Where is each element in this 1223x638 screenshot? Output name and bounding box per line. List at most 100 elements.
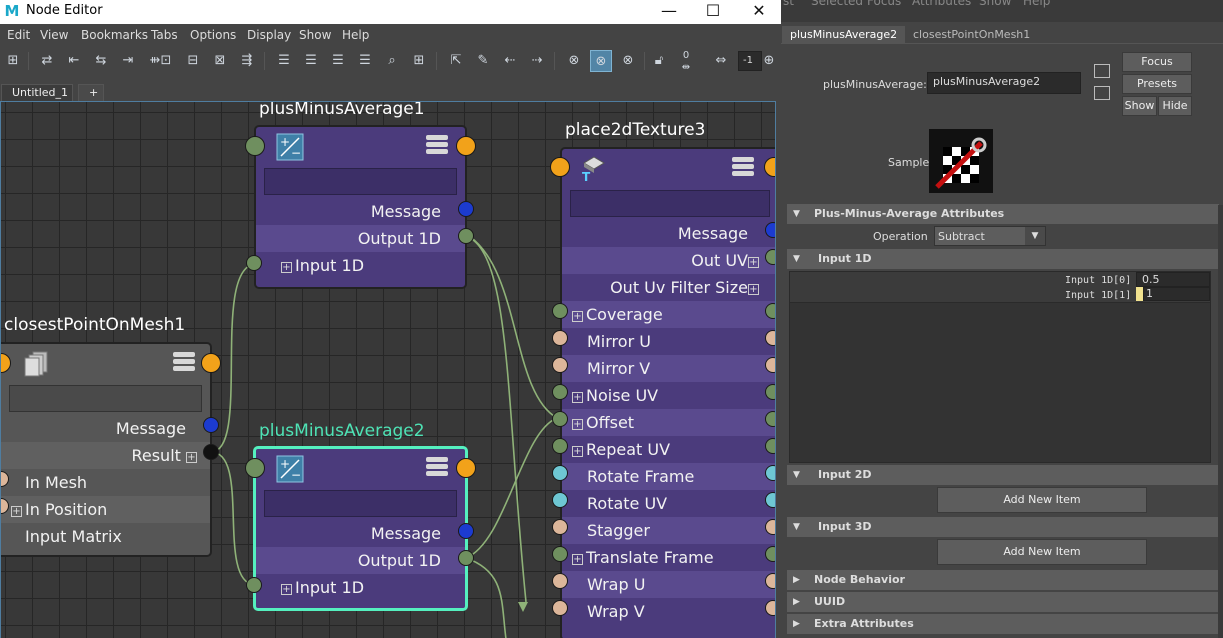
sample-swatch[interactable] (929, 129, 993, 193)
zero-icon[interactable]: 0 ⇹ (675, 50, 697, 73)
section-pma-attributes[interactable]: ▼ Plus-Minus-Average Attributes (787, 204, 1219, 224)
menu-show[interactable]: Show (299, 28, 331, 42)
ae-menu-focus[interactable]: Focus (867, 0, 901, 8)
add-new-item-2d-button[interactable]: Add New Item (937, 487, 1147, 513)
port-noise-uv-out[interactable] (765, 384, 775, 400)
scrollbar[interactable] (1218, 205, 1223, 638)
node-menu-icon[interactable] (426, 457, 448, 479)
node-plus-minus-average-1[interactable]: + − Message Output 1D + Input 1D (254, 125, 467, 289)
port-translate-frame-out[interactable] (765, 546, 775, 562)
port-wrap-v-out[interactable] (765, 600, 775, 616)
node-closest-point-on-mesh[interactable]: Message Result + In Mesh + In Position In… (1, 342, 212, 557)
port-input-green[interactable] (245, 136, 265, 156)
ae-menu-list[interactable]: st (783, 0, 794, 8)
select-input-icon[interactable] (1094, 64, 1110, 78)
expand-icon[interactable]: + (281, 262, 292, 273)
full-mode-icon[interactable]: ☰ (327, 50, 349, 72)
show-button[interactable]: Show (1122, 96, 1157, 116)
grid-settings-icon[interactable]: ⊗ (617, 50, 639, 72)
layout-icon[interactable]: ⇶ (236, 50, 258, 72)
port-wrap-v[interactable] (552, 600, 568, 616)
port-message[interactable] (765, 222, 775, 238)
node-name-input[interactable]: plusMinusAverage2 (927, 72, 1081, 94)
input-connections-icon[interactable]: ⇤ (63, 50, 85, 72)
output-connections-icon[interactable]: ⇥ (117, 50, 139, 72)
port-message[interactable] (458, 201, 474, 217)
edit-icon[interactable]: ✎ (472, 50, 494, 72)
node-name-field[interactable] (9, 385, 202, 412)
input-1d-1-field[interactable]: 1 (1143, 287, 1210, 301)
port-input-green[interactable] (245, 458, 265, 478)
custom-mode-icon[interactable]: ☰ (354, 50, 376, 72)
operation-dropdown[interactable]: Subtract ▼ (934, 226, 1046, 246)
port-wrap-u[interactable] (552, 573, 568, 589)
maximize-button[interactable]: ☐ (690, 0, 736, 24)
relayout-icon[interactable]: ⊠ (209, 50, 231, 72)
graph-canvas[interactable]: plusMinusAverage1 + − Message Output 1D +… (0, 101, 776, 638)
zoom-icon[interactable]: ⊕ (762, 50, 776, 72)
port-offset-out[interactable] (765, 411, 775, 427)
port-mirror-u[interactable] (552, 330, 568, 346)
forward-icon[interactable]: ⇢ (526, 50, 548, 72)
node-menu-icon[interactable] (426, 135, 448, 157)
section-node-behavior[interactable]: ▶ Node Behavior (787, 570, 1219, 590)
node-name-field[interactable] (264, 168, 457, 195)
ae-menu-selected[interactable]: Selected (811, 0, 863, 8)
port-rotate-uv[interactable] (552, 492, 568, 508)
minimize-button[interactable]: — (646, 0, 692, 24)
node-title-p2d[interactable]: place2dTexture3 (565, 120, 705, 140)
connected-mode-icon[interactable]: ☰ (300, 50, 322, 72)
expand-icon[interactable]: + (748, 284, 759, 295)
port-out-uv[interactable] (765, 249, 775, 265)
section-input-2d[interactable]: ▼ Input 2D (787, 465, 1219, 485)
menu-bookmarks[interactable]: Bookmarks (81, 28, 148, 42)
node-title-pma2[interactable]: plusMinusAverage2 (259, 421, 425, 441)
input-output-icon[interactable]: ⇆ (90, 50, 112, 72)
grid-icon[interactable]: ⊗ (563, 50, 585, 72)
port-rotate-uv-out[interactable] (765, 492, 775, 508)
search-icon[interactable]: ⌕ (381, 50, 403, 72)
simple-mode-icon[interactable]: ☰ (273, 50, 295, 72)
snapshot-icon[interactable]: ⊞ (408, 50, 430, 72)
port-output-1d[interactable] (458, 228, 474, 244)
step-icon[interactable]: ⇔ (710, 50, 732, 72)
port-noise-uv[interactable] (552, 384, 568, 400)
add-new-item-3d-button[interactable]: Add New Item (937, 539, 1147, 565)
tab-untitled-1[interactable]: Untitled_1 (1, 84, 73, 101)
port-stagger-out[interactable] (765, 519, 775, 535)
section-uuid[interactable]: ▶ UUID (787, 592, 1219, 612)
port-output-orange[interactable] (456, 136, 476, 156)
port-wrap-u-out[interactable] (765, 573, 775, 589)
graph-add-icon[interactable]: ⊞ (2, 50, 24, 72)
port-coverage-out[interactable] (765, 303, 775, 319)
add-tab-button[interactable]: + (78, 84, 104, 101)
snap-grid-icon[interactable]: ⊗ (590, 50, 612, 72)
expand-icon[interactable]: + (572, 446, 583, 457)
input-1d-0-field[interactable]: 0.5 (1136, 272, 1210, 287)
port-input-1d[interactable] (246, 255, 262, 271)
node-menu-icon[interactable] (732, 157, 754, 179)
swap-icon[interactable]: ⇄ (36, 50, 58, 72)
lock-icon[interactable]: 🔓︎ (648, 50, 670, 72)
expand-icon[interactable]: + (281, 584, 292, 595)
port-output-orange[interactable] (201, 353, 221, 373)
menu-view[interactable]: View (40, 28, 68, 42)
node-menu-icon[interactable] (173, 352, 195, 374)
section-extra-attributes[interactable]: ▶ Extra Attributes (787, 614, 1219, 634)
ae-menu-attributes[interactable]: Attributes (912, 0, 971, 8)
close-button[interactable]: ✕ (736, 0, 782, 24)
menu-display[interactable]: Display (247, 28, 291, 42)
pin-icon[interactable]: ⇱ (445, 50, 467, 72)
focus-button[interactable]: Focus (1122, 52, 1192, 72)
port-input-1d[interactable] (246, 577, 262, 593)
presets-button[interactable]: Presets (1122, 74, 1192, 94)
node-title-cpom[interactable]: closestPointOnMesh1 (4, 315, 185, 335)
frame-all-icon[interactable]: ⊡ (155, 50, 177, 72)
step-field[interactable]: -1 (738, 51, 762, 71)
node-name-field[interactable] (264, 490, 457, 517)
tab-plus-minus-average-2[interactable]: plusMinusAverage2 (782, 26, 906, 44)
select-output-icon[interactable] (1094, 86, 1110, 100)
expand-icon[interactable]: + (572, 419, 583, 430)
menu-tabs[interactable]: Tabs (151, 28, 178, 42)
expand-icon[interactable]: + (11, 506, 22, 517)
